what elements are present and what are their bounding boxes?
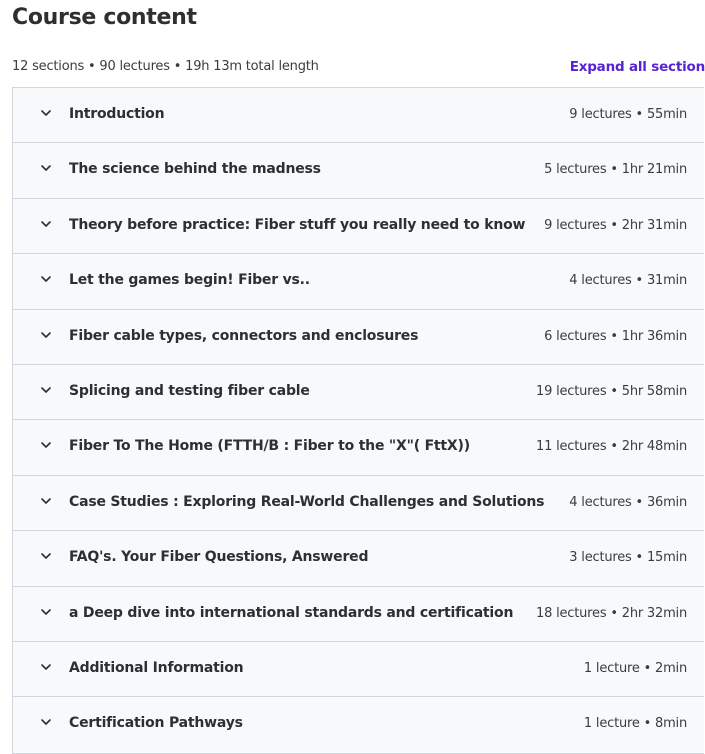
sections-list: Introduction 9 lectures • 55min The scienc… xyxy=(12,87,704,754)
section-meta: 19 lectures • 5hr 58min xyxy=(536,383,687,399)
section-meta: 3 lectures • 15min xyxy=(569,550,687,566)
page-title: Course content xyxy=(12,5,197,30)
section-title: The science behind the madness xyxy=(69,161,321,178)
section-row[interactable]: a Deep dive into international standards… xyxy=(13,586,704,642)
section-title: Case Studies : Exploring Real-World Chal… xyxy=(69,493,545,510)
section-meta: 4 lectures • 36min xyxy=(569,494,687,510)
section-row[interactable]: The science behind the madness 5 lectures… xyxy=(13,143,704,199)
section-meta: 9 lectures • 55min xyxy=(569,107,687,122)
section-meta: 6 lectures • 1hr 36min xyxy=(544,328,687,344)
chevron-down-icon[interactable] xyxy=(39,494,53,508)
section-row[interactable]: Introduction 9 lectures • 55min xyxy=(13,88,704,144)
chevron-down-icon[interactable] xyxy=(39,106,53,120)
section-title: Additional Information xyxy=(69,659,244,676)
chevron-down-icon[interactable] xyxy=(39,161,53,175)
section-title: Certification Pathways xyxy=(69,715,243,732)
section-meta: 1 lecture • 8min xyxy=(583,716,687,732)
chevron-down-icon[interactable] xyxy=(39,328,53,342)
section-title: Fiber cable types, connectors and enclos… xyxy=(69,327,419,344)
course-summary: 12 sections • 90 lectures • 19h 13m tota… xyxy=(12,59,319,74)
section-row[interactable]: Theory before practice: Fiber stuff you … xyxy=(13,198,704,255)
chevron-down-icon[interactable] xyxy=(39,549,53,563)
section-title: Theory before practice: Fiber stuff you … xyxy=(69,216,526,233)
chevron-down-icon[interactable] xyxy=(39,217,53,231)
section-meta: 5 lectures • 1hr 21min xyxy=(544,162,687,178)
chevron-down-icon[interactable] xyxy=(39,272,53,286)
section-title: FAQ's. Your Fiber Questions, Answered xyxy=(69,549,369,566)
section-row[interactable]: Fiber To The Home (FTTH/B : Fiber to the… xyxy=(13,420,704,476)
chevron-down-icon[interactable] xyxy=(39,660,53,674)
section-title: Fiber To The Home (FTTH/B : Fiber to the… xyxy=(69,438,470,455)
chevron-down-icon[interactable] xyxy=(39,438,53,452)
section-row[interactable]: Splicing and testing fiber cable 19 lectu… xyxy=(13,364,704,421)
chevron-down-icon[interactable] xyxy=(39,605,53,619)
chevron-down-icon[interactable] xyxy=(39,715,53,729)
section-row[interactable]: Fiber cable types, connectors and enclos… xyxy=(13,309,704,365)
section-meta: 11 lectures • 2hr 48min xyxy=(536,439,687,455)
course-summary-row: 12 sections • 90 lectures • 19h 13m tota… xyxy=(12,58,705,76)
section-row[interactable]: Case Studies : Exploring Real-World Chal… xyxy=(13,475,704,532)
section-meta: 18 lectures • 2hr 32min xyxy=(536,605,687,621)
section-meta: 4 lectures • 31min xyxy=(569,273,687,289)
section-title: a Deep dive into international standards… xyxy=(69,604,514,621)
chevron-down-icon[interactable] xyxy=(39,383,53,397)
expand-all-sections-button[interactable]: Expand all section xyxy=(570,58,705,76)
section-meta: 1 lecture • 2min xyxy=(583,660,687,676)
section-row[interactable]: Certification Pathways 1 lecture • 8min xyxy=(13,697,704,753)
section-title: Introduction xyxy=(69,106,165,122)
section-title: Let the games begin! Fiber vs.. xyxy=(69,272,310,289)
section-row[interactable]: Additional Information 1 lecture • 2min xyxy=(13,641,704,698)
section-row[interactable]: FAQ's. Your Fiber Questions, Answered 3 l… xyxy=(13,531,704,587)
section-title: Splicing and testing fiber cable xyxy=(69,382,310,399)
section-row[interactable]: Let the games begin! Fiber vs.. 4 lecture… xyxy=(13,254,704,310)
section-meta: 9 lectures • 2hr 31min xyxy=(544,217,687,233)
